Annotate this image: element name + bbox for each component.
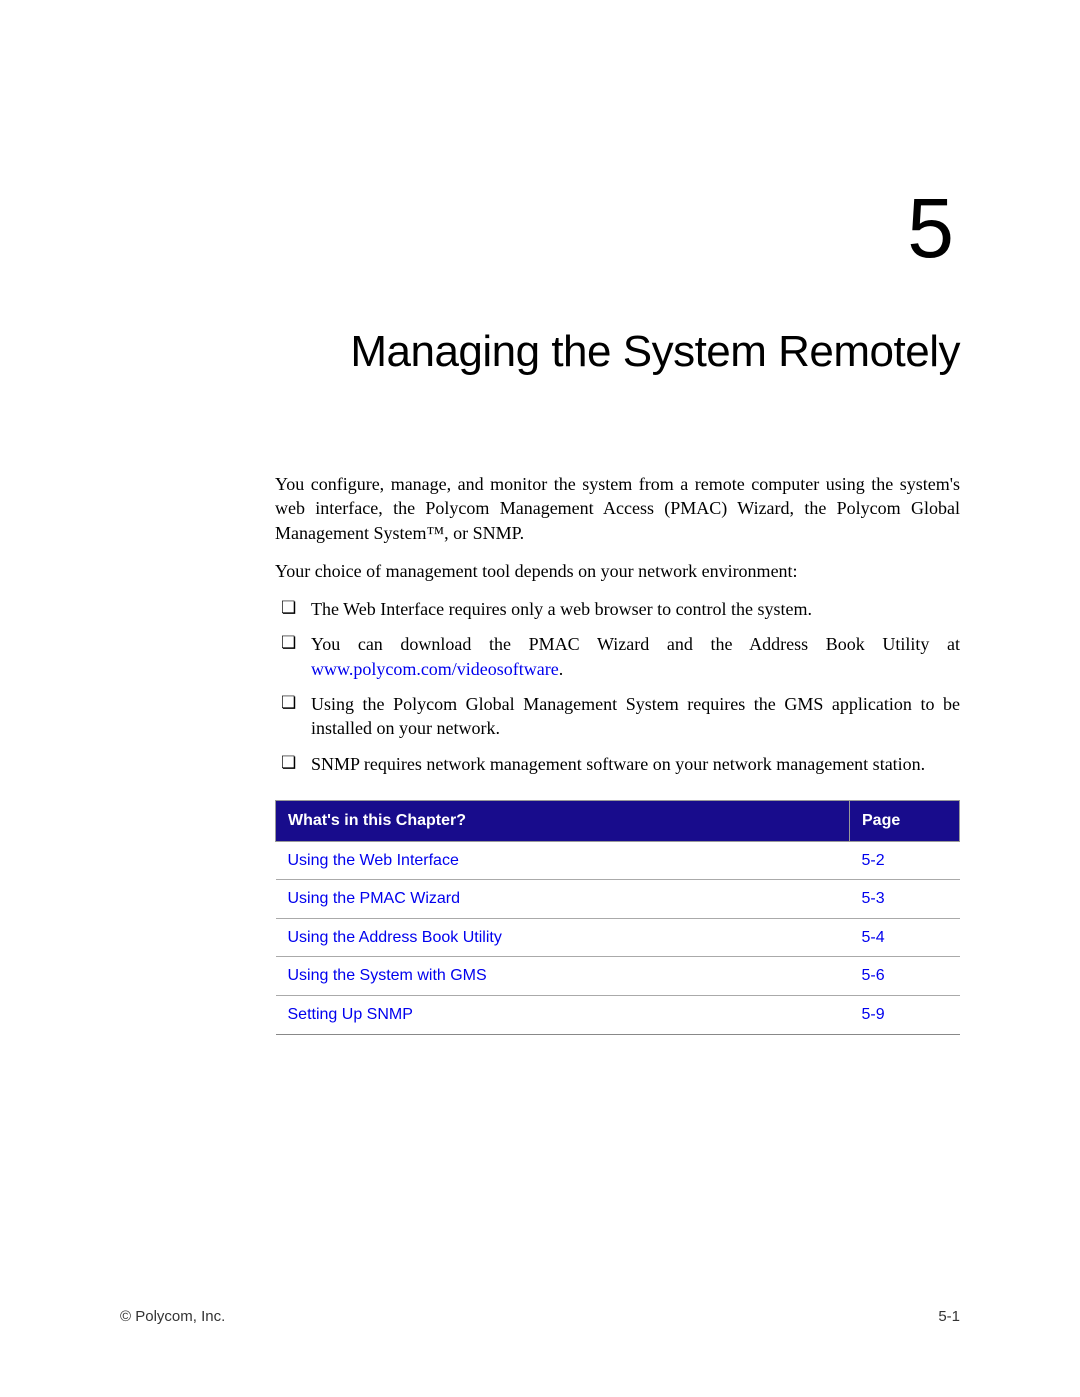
toc-link[interactable]: Setting Up SNMP	[276, 995, 850, 1034]
footer-page-number: 5-1	[938, 1308, 960, 1325]
page-footer: © Polycom, Inc. 5-1	[120, 1308, 960, 1325]
link-videosoftware[interactable]: www.polycom.com/videosoftware	[311, 659, 559, 679]
toc-page[interactable]: 5-4	[850, 918, 960, 957]
document-page: 5 Managing the System Remotely You confi…	[0, 0, 1080, 1397]
chapter-title: Managing the System Remotely	[120, 327, 960, 377]
bullet-item: The Web Interface requires only a web br…	[275, 597, 960, 621]
toc-header-row: What's in this Chapter? Page	[276, 800, 960, 841]
intro-paragraph-2: Your choice of management tool depends o…	[275, 559, 960, 583]
toc-row: Using the Address Book Utility 5-4	[276, 918, 960, 957]
bullet-item: You can download the PMAC Wizard and the…	[275, 632, 960, 681]
toc-header-title: What's in this Chapter?	[276, 800, 850, 841]
toc-link[interactable]: Using the PMAC Wizard	[276, 880, 850, 919]
chapter-number: 5	[120, 180, 960, 277]
toc-link[interactable]: Using the System with GMS	[276, 957, 850, 996]
toc-header-page: Page	[850, 800, 960, 841]
toc-page[interactable]: 5-2	[850, 841, 960, 880]
toc-page[interactable]: 5-3	[850, 880, 960, 919]
toc-page[interactable]: 5-9	[850, 995, 960, 1034]
toc-row: Setting Up SNMP 5-9	[276, 995, 960, 1034]
toc-row: Using the System with GMS 5-6	[276, 957, 960, 996]
toc-table: What's in this Chapter? Page Using the W…	[275, 800, 960, 1035]
toc-link[interactable]: Using the Address Book Utility	[276, 918, 850, 957]
body-content: You configure, manage, and monitor the s…	[275, 472, 960, 1035]
toc-row: Using the PMAC Wizard 5-3	[276, 880, 960, 919]
toc-link[interactable]: Using the Web Interface	[276, 841, 850, 880]
bullet-text-post: .	[559, 659, 564, 679]
bullet-text-pre: You can download the PMAC Wizard and the…	[311, 634, 960, 654]
bullet-item: Using the Polycom Global Management Syst…	[275, 692, 960, 741]
toc-page[interactable]: 5-6	[850, 957, 960, 996]
toc-row: Using the Web Interface 5-2	[276, 841, 960, 880]
intro-paragraph-1: You configure, manage, and monitor the s…	[275, 472, 960, 545]
bullet-list: The Web Interface requires only a web br…	[275, 597, 960, 776]
bullet-item: SNMP requires network management softwar…	[275, 752, 960, 776]
footer-copyright: © Polycom, Inc.	[120, 1308, 225, 1325]
